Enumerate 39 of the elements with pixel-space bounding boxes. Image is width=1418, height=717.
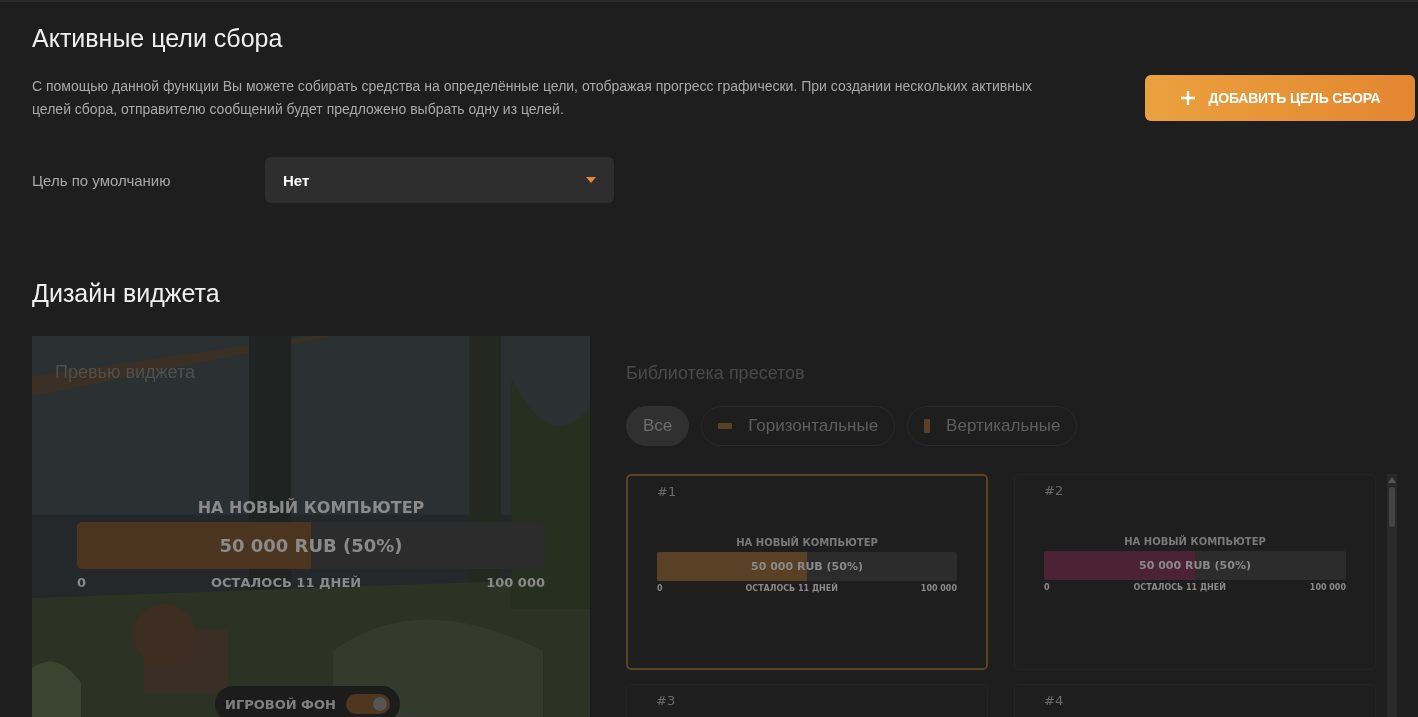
max-value: 100 000 [1309, 583, 1346, 592]
progress-amount: 50 000 RUB (50%) [751, 560, 863, 573]
caret-icon [586, 177, 596, 183]
min-value: 0 [657, 584, 663, 593]
preset-card[interactable]: #2 НА НОВЫЙ КОМПЬЮТЕР 50 000 RUB (50%) 0 ОСТАЛОСЬ 11 ДНЕЙ 100 000 [1014, 474, 1376, 670]
goal-title: НА НОВЫЙ КОМПЬЮТЕР [735, 537, 879, 548]
field-label: Цель по умолчанию [32, 171, 172, 189]
remaining-text: ОСТАЛОСЬ 11 ДНЕЙ [1133, 583, 1226, 592]
max-value: 100 000 [920, 584, 957, 593]
preset-number: #3 [656, 693, 676, 708]
preset-number: #2 [1044, 483, 1064, 498]
plus-icon [1179, 90, 1196, 106]
min-value: 0 [1044, 583, 1050, 592]
preset-card[interactable]: #1 НА НОВЫЙ КОМПЬЮТЕР 50 000 RUB (50%) 0 ОСТАЛОСЬ 11 ДНЕЙ 100 000 [626, 474, 988, 670]
preset-card[interactable]: #4 [1014, 684, 1376, 717]
switch[interactable] [345, 694, 390, 714]
progress-amount: 50 000 RUB (50%) [1139, 559, 1251, 572]
remaining-text: ОСТАЛОСЬ 11 ДНЕЙ [745, 584, 838, 593]
horizontal-bar-icon [718, 423, 733, 429]
preset-card[interactable]: #3 [626, 684, 988, 717]
progress-amount: 50 000 RUB (50%) [219, 535, 403, 556]
goal-title: НА НОВЫЙ КОМПЬЮТЕР [1123, 536, 1267, 547]
game-background-toggle[interactable]: ИГРОВОЙ ФОН [215, 686, 400, 717]
goal-title: НА НОВЫЙ КОМПЬЮТЕР [196, 498, 426, 517]
preset-number: #4 [1044, 693, 1064, 708]
preset-number: #1 [657, 484, 677, 499]
scrollbar[interactable] [1387, 474, 1397, 717]
max-value: 100 000 [486, 575, 545, 590]
scrollbar-thumb[interactable] [1389, 487, 1395, 527]
section-title: Дизайн виджета [32, 279, 221, 308]
filter-tab[interactable]: Все [626, 406, 690, 446]
add-goal-button[interactable]: ДОБАВИТЬ ЦЕЛЬ СБОРА [1145, 75, 1415, 121]
vertical-bar-icon [924, 419, 931, 433]
default-goal-select[interactable]: Нет [265, 157, 614, 203]
remaining-text: ОСТАЛОСЬ 11 ДНЕЙ [211, 575, 362, 590]
description-text: С помощью данной функции Вы можете собирать средства на определённые цели, отображая прогресс графически. При создании нескольких активных целей сбора, отправителю сообщений будет предложено выбрать одну из целей. [32, 77, 1033, 119]
scroll-up-icon [1388, 477, 1396, 483]
min-value: 0 [77, 575, 87, 590]
section-title: Активные цели сбора [32, 24, 284, 53]
